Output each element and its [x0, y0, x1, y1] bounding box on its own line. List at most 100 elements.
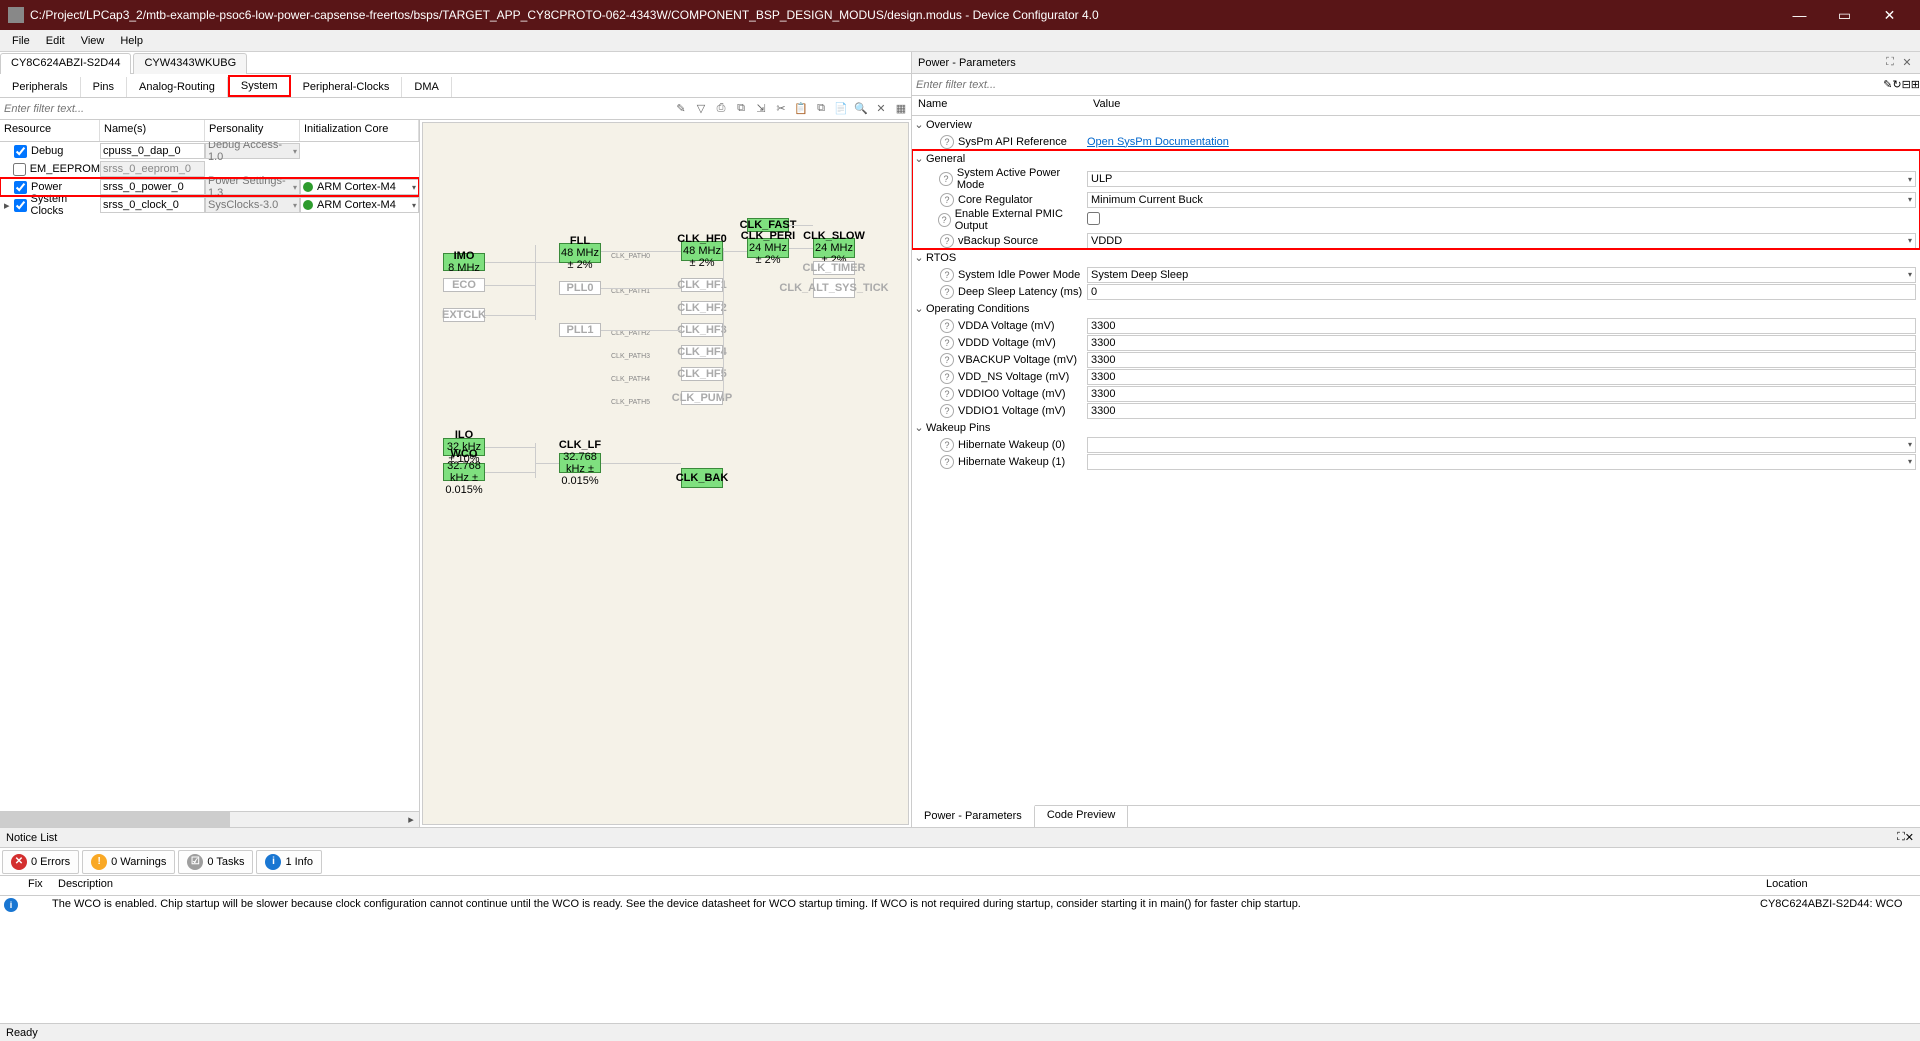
menu-view[interactable]: View — [73, 33, 113, 49]
filter-icon[interactable]: ▽ — [693, 101, 709, 117]
chevron-down-icon[interactable]: ⌄ — [912, 421, 926, 434]
personality-combo[interactable]: SysClocks-3.0▾ — [205, 197, 300, 213]
clock-block-clk-hf0[interactable]: CLK_HF048 MHz ± 2% — [681, 241, 723, 261]
tree-row-debug[interactable]: DebugDebug Access-1.0▾ — [0, 142, 419, 160]
clock-block-clk-bak[interactable]: CLK_BAK — [681, 468, 723, 488]
th-names[interactable]: Name(s) — [100, 120, 205, 141]
pencil-icon[interactable]: ✎ — [673, 101, 689, 117]
menu-edit[interactable]: Edit — [38, 33, 73, 49]
param-combo[interactable]: System Deep Sleep▾ — [1087, 267, 1916, 283]
params-header-value[interactable]: Value — [1087, 96, 1920, 115]
scroll-right-icon[interactable]: ▸ — [403, 812, 419, 827]
personality-combo[interactable]: Debug Access-1.0▾ — [205, 143, 300, 159]
chevron-down-icon[interactable]: ⌄ — [912, 251, 926, 264]
panel-close-icon[interactable]: ✕ — [1900, 56, 1914, 70]
help-icon[interactable]: ? — [940, 404, 954, 418]
resource-checkbox[interactable] — [14, 199, 27, 212]
close-button[interactable]: ✕ — [1867, 0, 1912, 30]
chevron-down-icon[interactable]: ⌄ — [912, 152, 926, 165]
clock-block-clk-peri[interactable]: CLK_PERI24 MHz ± 2% — [747, 238, 789, 258]
th-personality[interactable]: Personality — [205, 120, 300, 141]
tab-peripheral-clocks[interactable]: Peripheral-Clocks — [291, 77, 403, 97]
resource-name-input[interactable] — [100, 179, 205, 195]
notice-header-desc[interactable]: Description — [52, 876, 1760, 895]
menu-file[interactable]: File — [4, 33, 38, 49]
grid-icon[interactable]: ▦ — [893, 101, 909, 117]
params-filter-input[interactable] — [912, 77, 1883, 93]
tab-peripherals[interactable]: Peripherals — [0, 77, 81, 97]
tree-hscroll[interactable]: ◂ ▸ — [0, 811, 419, 827]
th-init-core[interactable]: Initialization Core — [300, 120, 419, 141]
clock-block-pll0[interactable]: PLL0 — [559, 281, 601, 295]
clock-block-clk-lf[interactable]: CLK_LF32.768 kHz ± 0.015% — [559, 453, 601, 473]
expand-icon[interactable]: ▸ — [2, 199, 12, 212]
device-tab-0[interactable]: CY8C624ABZI-S2D44 — [0, 53, 131, 74]
personality-combo[interactable]: Power Settings-1.3▾ — [205, 179, 300, 195]
section-operating-conditions[interactable]: ⌄Operating Conditions — [912, 300, 1920, 317]
export-icon[interactable]: ⇲ — [753, 101, 769, 117]
chevron-down-icon[interactable]: ⌄ — [912, 302, 926, 315]
resource-name-input[interactable] — [100, 143, 205, 159]
resource-name-input[interactable] — [100, 197, 205, 213]
section-wakeup-pins[interactable]: ⌄Wakeup Pins — [912, 419, 1920, 436]
tab-code-preview[interactable]: Code Preview — [1035, 806, 1128, 827]
errors-filter[interactable]: ✕0 Errors — [2, 850, 79, 874]
clock-block-extclk[interactable]: EXTCLK — [443, 308, 485, 322]
help-icon[interactable]: ? — [940, 455, 954, 469]
param-combo[interactable]: Minimum Current Buck▾ — [1087, 192, 1916, 208]
help-icon[interactable]: ? — [940, 285, 954, 299]
clock-block-clk-alt-sys-tick[interactable]: CLK_ALT_SYS_TICK — [813, 278, 855, 298]
chevron-down-icon[interactable]: ⌄ — [912, 118, 926, 131]
resource-name-input[interactable] — [100, 161, 205, 177]
help-icon[interactable]: ? — [940, 370, 954, 384]
warnings-filter[interactable]: !0 Warnings — [82, 850, 175, 874]
clock-block-clk-hf1[interactable]: CLK_HF1 — [681, 278, 723, 292]
section-rtos[interactable]: ⌄RTOS — [912, 249, 1920, 266]
notice-header-loc[interactable]: Location — [1760, 876, 1920, 895]
clock-diagram[interactable]: IMO8 MHzECOEXTCLKILO32 kHz ± 10%WCO32.76… — [422, 122, 909, 825]
param-checkbox[interactable] — [1087, 212, 1100, 225]
resource-checkbox[interactable] — [14, 181, 27, 194]
help-icon[interactable]: ? — [940, 353, 954, 367]
menu-help[interactable]: Help — [112, 33, 151, 49]
clock-block-eco[interactable]: ECO — [443, 278, 485, 292]
notice-row[interactable]: iThe WCO is enabled. Chip startup will b… — [0, 896, 1920, 914]
device-tab-1[interactable]: CYW4343WKUBG — [133, 53, 247, 74]
clock-block-clk-hf5[interactable]: CLK_HF5 — [681, 367, 723, 381]
clock-block-imo[interactable]: IMO8 MHz — [443, 253, 485, 271]
param-input[interactable] — [1087, 403, 1916, 419]
help-icon[interactable]: ? — [940, 135, 954, 149]
scroll-thumb[interactable] — [0, 812, 230, 827]
param-combo[interactable]: ULP▾ — [1087, 171, 1916, 187]
tree-row-system-clocks[interactable]: ▸System ClocksSysClocks-3.0▾ARM Cortex-M… — [0, 196, 419, 214]
section-general[interactable]: ⌄General — [912, 150, 1920, 167]
param-input[interactable] — [1087, 369, 1916, 385]
help-icon[interactable]: ? — [940, 438, 954, 452]
param-input[interactable] — [1087, 318, 1916, 334]
param-combo[interactable]: VDDD▾ — [1087, 233, 1916, 249]
param-input[interactable] — [1087, 352, 1916, 368]
help-icon[interactable]: ? — [940, 336, 954, 350]
paste-icon[interactable]: 📋 — [793, 101, 809, 117]
param-link[interactable]: Open SysPm Documentation — [1087, 136, 1229, 148]
param-input[interactable] — [1087, 386, 1916, 402]
copy-icon[interactable]: ⧉ — [733, 101, 749, 117]
param-combo[interactable]: ▾ — [1087, 437, 1916, 453]
pencil2-icon[interactable]: ✎ — [1883, 78, 1892, 91]
tab-power-parameters[interactable]: Power - Parameters — [912, 805, 1035, 827]
notice-close-icon[interactable]: ✕ — [1905, 831, 1914, 844]
param-input[interactable] — [1087, 335, 1916, 351]
help-icon[interactable]: ? — [938, 213, 951, 227]
maximize-button[interactable]: ▭ — [1822, 0, 1867, 30]
param-input[interactable] — [1087, 284, 1916, 300]
help-icon[interactable]: ? — [940, 193, 954, 207]
help-icon[interactable]: ? — [940, 268, 954, 282]
help-icon[interactable]: ? — [940, 387, 954, 401]
restore-icon[interactable]: ⛶ — [1883, 56, 1897, 70]
refresh-icon[interactable]: ↻ — [1892, 78, 1901, 91]
clock-block-clk-slow[interactable]: CLK_SLOW24 MHz ± 2% — [813, 238, 855, 258]
expand-icon[interactable]: ⊞ — [1911, 78, 1920, 91]
tasks-filter[interactable]: ☑0 Tasks — [178, 850, 253, 874]
param-combo[interactable]: ▾ — [1087, 454, 1916, 470]
tab-system[interactable]: System — [228, 75, 291, 97]
